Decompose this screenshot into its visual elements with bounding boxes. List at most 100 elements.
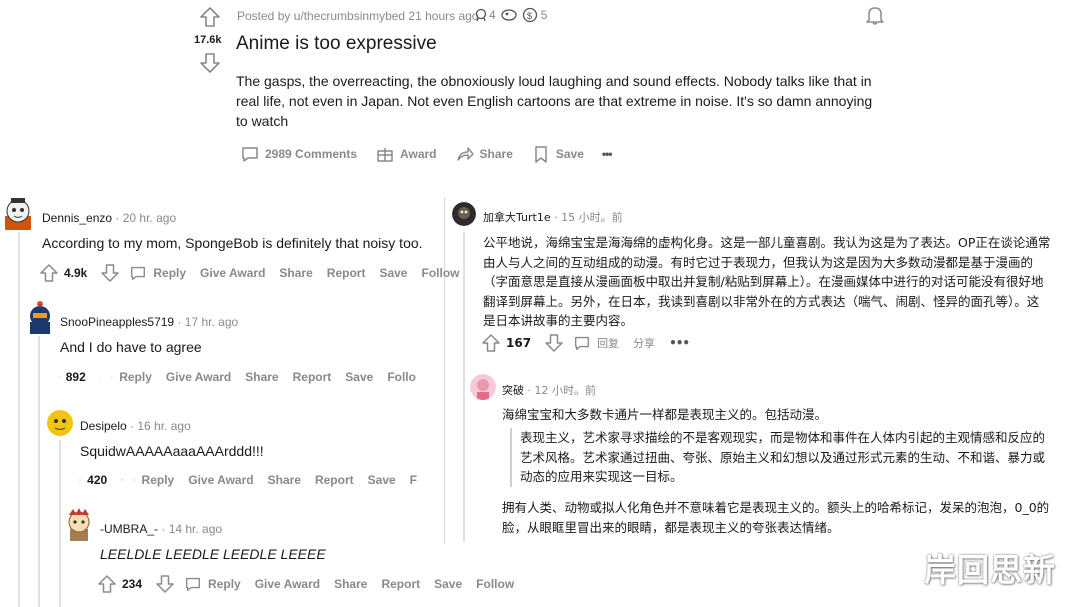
avatar[interactable] xyxy=(452,202,476,226)
thread-line xyxy=(59,440,61,607)
save-button[interactable]: Save xyxy=(434,577,462,591)
comment-score: 167 xyxy=(506,336,532,350)
comment-author: Desipelo · 16 hr. ago xyxy=(80,419,191,433)
follow-button[interactable]: Follow xyxy=(421,266,459,280)
upvote-icon[interactable] xyxy=(58,368,60,386)
comment-actions: 420 Reply Give Award Share Report Save F xyxy=(79,471,431,489)
downvote-icon[interactable] xyxy=(99,368,102,386)
comment-text: 拥有人类、动物或拟人化角色并不意味着它是表现主义的。额头上的哈希标记，发呆的泡泡… xyxy=(502,498,1062,537)
save-button[interactable]: Save xyxy=(368,473,396,487)
downvote-icon[interactable] xyxy=(121,471,124,489)
award-button[interactable]: Award xyxy=(400,147,436,161)
give-award-button[interactable]: Give Award xyxy=(200,266,265,280)
comment-line: 翻译到屏幕上。另外，在日本，我读到喜剧以非常外在的方式表达（喘气、闹剧、怪异的面… xyxy=(483,293,1040,309)
save-button[interactable]: Save xyxy=(345,370,373,384)
comment-icon xyxy=(575,336,590,350)
reply-button[interactable]: 回复 xyxy=(597,335,619,351)
share-button[interactable]: Share xyxy=(245,370,278,384)
give-award-button[interactable]: Give Award xyxy=(166,370,231,384)
downvote-icon[interactable] xyxy=(156,575,174,593)
follow-button[interactable]: Follo xyxy=(387,370,416,384)
post-score: 17.6k xyxy=(194,34,222,46)
share-button[interactable]: Share xyxy=(268,473,301,487)
comment-text: SquidwAAAAAaaaAAArddd!!! xyxy=(80,443,264,459)
upvote-icon[interactable] xyxy=(482,334,500,352)
username[interactable]: 突破 xyxy=(502,384,524,397)
username[interactable]: SnooPineapples5719 xyxy=(60,315,174,329)
bell-icon[interactable] xyxy=(864,4,886,26)
username[interactable]: Dennis_enzo xyxy=(42,211,112,225)
reply-button[interactable]: Reply xyxy=(142,473,175,487)
comment-text: 公平地说，海绵宝宝是海海绵的虚构化身。这是一部儿童喜剧。我认为这是为了表达。OP… xyxy=(483,233,1063,331)
comment-score: 420 xyxy=(87,473,108,487)
report-button[interactable]: Report xyxy=(315,473,354,487)
post-title[interactable]: Anime is too expressive xyxy=(236,33,437,55)
username[interactable]: Desipelo xyxy=(80,419,127,433)
award-count-1: 4 xyxy=(489,8,496,22)
comment-text: 海绵宝宝和大多数卡通片一样都是表现主义的。包括动漫。 xyxy=(502,407,828,422)
upvote-icon[interactable] xyxy=(40,264,58,282)
downvote-icon[interactable] xyxy=(545,334,563,352)
timestamp: · 15 小时。前 xyxy=(554,211,623,224)
avatar[interactable] xyxy=(470,374,496,400)
give-award-button[interactable]: Give Award xyxy=(255,577,320,591)
watermark: 岸回思新 xyxy=(924,551,1057,589)
reply-button[interactable]: Reply xyxy=(153,266,186,280)
comment-text: And I do have to agree xyxy=(60,339,202,355)
upvote-icon[interactable] xyxy=(199,6,221,28)
report-button[interactable]: Report xyxy=(293,370,332,384)
comment-line: 由人与人之间的互动组成的动漫。有时它过于表现力，但我认为这是因为大多数动漫都是基… xyxy=(483,254,1034,270)
downvote-icon[interactable] xyxy=(199,52,221,74)
username[interactable]: -UMBRA_- xyxy=(100,522,158,536)
comment-line: 脸，从眼眶里冒出来的眼睛，都是表现主义的夸张表达情绪。 xyxy=(502,519,840,535)
award-icon xyxy=(475,8,487,22)
comment-icon xyxy=(131,266,146,280)
share-button[interactable]: Share xyxy=(480,147,513,161)
share-button[interactable]: Share xyxy=(279,266,312,280)
comment-text: LEELDLE LEEDLE LEEDLE LEEEE xyxy=(100,546,326,562)
username[interactable]: 加拿大Turt1e xyxy=(483,211,551,224)
upvote-icon[interactable] xyxy=(79,471,82,489)
quote-line: 动态的应用来实现这一目标。 xyxy=(520,469,683,484)
award-icon: $ xyxy=(522,7,537,23)
report-button[interactable]: Report xyxy=(327,266,366,280)
reply-button[interactable]: Reply xyxy=(208,577,241,591)
avatar[interactable] xyxy=(25,300,55,334)
timestamp: · 17 hr. ago xyxy=(177,315,239,329)
comments-button[interactable]: 2989 Comments xyxy=(265,147,357,161)
comment-author: SnooPineapples5719 · 17 hr. ago xyxy=(60,315,238,329)
share-button[interactable]: Share xyxy=(334,577,367,591)
save-button[interactable]: Save xyxy=(379,266,407,280)
timestamp: · 12 小时。前 xyxy=(527,384,597,397)
save-button[interactable]: Save xyxy=(556,147,584,161)
post-body: The gasps, the overreacting, the obnoxio… xyxy=(236,73,873,129)
post-actions: 2989 Comments Award Share Save ••• xyxy=(240,144,626,164)
award-icon xyxy=(501,9,517,21)
comment-author: -UMBRA_- · 14 hr. ago xyxy=(100,522,222,536)
avatar[interactable] xyxy=(64,507,94,541)
comment-actions: 234 Reply Give Award Share Report Save F… xyxy=(98,575,528,593)
comment-text: According to my mom, SpongeBob is defini… xyxy=(42,235,423,251)
downvote-icon[interactable] xyxy=(101,264,120,282)
comment-icon xyxy=(133,479,136,481)
quote-line: 艺术风格。艺术家通过扭曲、夸张、原始主义和幻想以及通过形式元素的生动、不和谐、暴… xyxy=(520,449,1046,465)
comment-actions: 167 回复 分享 ••• xyxy=(482,334,703,352)
more-options-button[interactable]: ••• xyxy=(602,147,613,161)
more-options-button[interactable]: ••• xyxy=(669,336,690,350)
avatar[interactable] xyxy=(46,408,74,438)
follow-button[interactable]: Follow xyxy=(476,577,514,591)
give-award-button[interactable]: Give Award xyxy=(188,473,253,487)
reply-button[interactable]: Reply xyxy=(119,370,152,384)
upvote-icon[interactable] xyxy=(98,575,116,593)
comment-actions: 4.9k Reply Give Award Share Report Save … xyxy=(40,264,473,282)
share-button[interactable]: 分享 xyxy=(633,335,655,351)
comment-icon xyxy=(186,577,201,591)
gift-icon xyxy=(377,148,393,162)
comment-author: 突破 · 12 小时。前 xyxy=(502,382,596,398)
comment-icon xyxy=(242,147,258,162)
report-button[interactable]: Report xyxy=(381,577,420,591)
avatar[interactable] xyxy=(3,196,33,230)
comment-score: 892 xyxy=(65,370,86,384)
follow-button[interactable]: F xyxy=(410,473,417,487)
comment-score: 234 xyxy=(122,577,143,591)
